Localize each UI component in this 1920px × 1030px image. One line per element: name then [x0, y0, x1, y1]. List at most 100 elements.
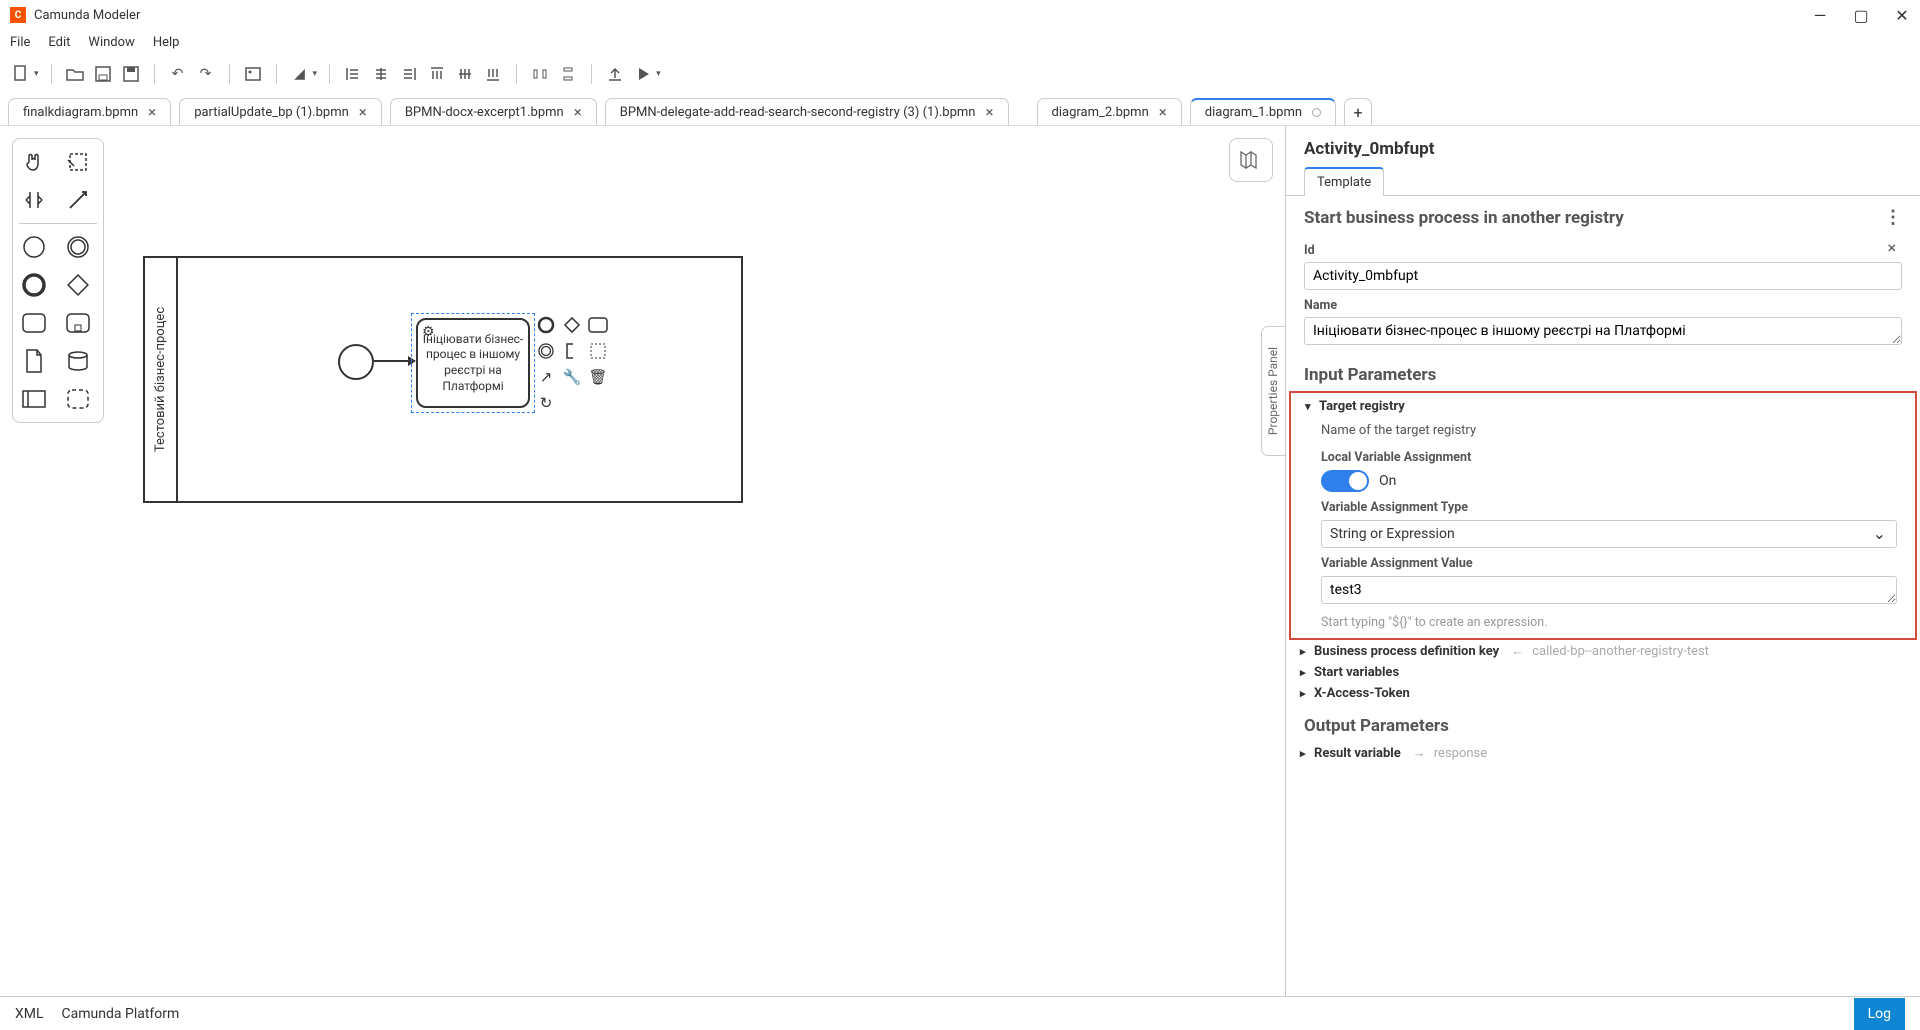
tab-bpmn-delegate[interactable]: BPMN-delegate-add-read-search-second-reg… [605, 98, 1009, 125]
gateway-icon[interactable] [63, 268, 93, 302]
ctx-gateway-icon[interactable] [562, 315, 582, 335]
collapser-target-registry[interactable]: ▾ Target registry [1291, 396, 1915, 417]
ctx-annotation-icon[interactable] [562, 341, 582, 361]
ctx-connect-icon[interactable]: ↗ [536, 367, 556, 387]
task-icon[interactable] [19, 306, 49, 340]
color-dropdown-icon[interactable]: ▾ [313, 69, 318, 79]
label-vav: Variable Assignment Value [1321, 556, 1897, 571]
properties-panel-toggle-label: Properties Panel [1267, 347, 1281, 435]
tab-finalkdiagram[interactable]: finalkdiagram.bpmn× [8, 98, 171, 125]
tab-close-icon[interactable]: × [359, 103, 367, 121]
deploy-icon[interactable] [604, 63, 626, 85]
align-top-icon[interactable] [426, 63, 448, 85]
section-template-header: Start business process in another regist… [1286, 196, 1920, 239]
tab-bpmn-docx[interactable]: BPMN-docx-excerpt1.bpmn× [390, 98, 597, 125]
collapser-start-vars[interactable]: ▸ Start variables [1286, 662, 1920, 683]
maximize-button[interactable]: ▢ [1853, 7, 1869, 23]
ctx-change-type-icon[interactable] [588, 341, 608, 361]
connect-tool-icon[interactable] [63, 183, 93, 217]
save-icon[interactable] [92, 63, 114, 85]
start-event-icon[interactable] [19, 230, 49, 264]
footer-platform-tab[interactable]: Camunda Platform [62, 1006, 180, 1022]
new-file-icon[interactable] [10, 63, 32, 85]
data-store-icon[interactable] [63, 344, 93, 378]
play-icon[interactable] [632, 63, 654, 85]
sequence-flow[interactable] [374, 360, 408, 362]
chevron-right-icon: ▸ [1300, 747, 1314, 760]
tab-diagram-1[interactable]: diagram_1.bpmn [1190, 98, 1336, 125]
distribute-h-icon[interactable] [529, 63, 551, 85]
toggle-lva-state: On [1379, 473, 1396, 489]
close-window-button[interactable]: ✕ [1894, 7, 1910, 23]
ctx-replace-icon[interactable]: ↻ [536, 393, 556, 413]
props-tabs: Template [1286, 167, 1920, 196]
collapser-bpdk[interactable]: ▸ Business process definition key ←calle… [1286, 640, 1920, 662]
save-as-icon[interactable] [120, 63, 142, 85]
hand-tool-icon[interactable] [19, 145, 49, 179]
start-event[interactable] [338, 344, 374, 380]
footer: XML Camunda Platform Log [0, 996, 1920, 1030]
input-id[interactable] [1304, 262, 1902, 290]
tab-close-icon[interactable]: × [985, 103, 993, 121]
distribute-v-icon[interactable] [557, 63, 579, 85]
tab-template[interactable]: Template [1304, 167, 1384, 196]
group-icon[interactable] [63, 382, 93, 416]
align-center-icon[interactable] [370, 63, 392, 85]
undo-icon[interactable]: ↶ [167, 63, 189, 85]
align-left-icon[interactable] [342, 63, 364, 85]
lasso-tool-icon[interactable] [63, 145, 93, 179]
end-event-icon[interactable] [19, 268, 49, 302]
clear-id-icon[interactable]: × [1887, 238, 1896, 257]
canvas[interactable]: Тестовий бізнес-процес Ініціювати бізнес… [0, 126, 1285, 1016]
menu-file[interactable]: File [10, 35, 30, 50]
select-vat[interactable]: String or Expression [1321, 520, 1897, 548]
subprocess-icon[interactable] [63, 306, 93, 340]
ctx-delete-icon[interactable]: 🗑 [588, 367, 608, 387]
tab-close-icon[interactable]: × [574, 103, 582, 121]
pool[interactable]: Тестовий бізнес-процес Ініціювати бізнес… [143, 256, 743, 503]
tab-partialupdate[interactable]: partialUpdate_bp (1).bpmn× [179, 98, 382, 125]
new-file-dropdown-icon[interactable]: ▾ [34, 69, 39, 79]
collapser-result-var[interactable]: ▸ Result variable →response [1286, 742, 1920, 764]
minimize-button[interactable]: — [1812, 7, 1828, 23]
pool-icon[interactable] [19, 382, 49, 416]
toggle-lva[interactable] [1321, 470, 1369, 492]
input-vav[interactable] [1321, 576, 1897, 604]
menu-help[interactable]: Help [153, 35, 180, 50]
ctx-wrench-icon[interactable]: 🔧 [562, 367, 582, 387]
menu-edit[interactable]: Edit [48, 35, 70, 50]
footer-xml-tab[interactable]: XML [15, 1006, 44, 1022]
menu-window[interactable]: Window [88, 35, 134, 50]
collapser-x-token[interactable]: ▸ X-Access-Token [1286, 683, 1920, 704]
space-tool-icon[interactable] [19, 183, 49, 217]
align-middle-icon[interactable] [454, 63, 476, 85]
redo-icon[interactable]: ↷ [195, 63, 217, 85]
service-task-gear-icon: ⚙ [422, 324, 435, 340]
tab-bar: finalkdiagram.bpmn× partialUpdate_bp (1)… [0, 93, 1920, 126]
align-bottom-icon[interactable] [482, 63, 504, 85]
tab-close-icon[interactable]: × [1159, 103, 1167, 121]
section-menu-icon[interactable]: ⋮ [1884, 207, 1902, 228]
log-button[interactable]: Log [1854, 998, 1905, 1030]
open-file-icon[interactable] [64, 63, 86, 85]
input-name[interactable] [1304, 317, 1902, 345]
tab-close-icon[interactable]: × [148, 103, 156, 121]
intermediate-event-icon[interactable] [63, 230, 93, 264]
image-icon[interactable] [242, 63, 264, 85]
label-vat: Variable Assignment Type [1321, 500, 1897, 515]
chevron-right-icon: ▸ [1300, 645, 1314, 658]
ctx-intermediate-event-icon[interactable] [536, 341, 556, 361]
align-right-icon[interactable] [398, 63, 420, 85]
data-object-icon[interactable] [19, 344, 49, 378]
lane-header[interactable]: Тестовий бізнес-процес [145, 258, 178, 501]
play-dropdown-icon[interactable]: ▾ [656, 69, 661, 79]
lane-title: Тестовий бізнес-процес [153, 307, 168, 452]
ctx-end-event-icon[interactable] [536, 315, 556, 335]
tab-diagram-2[interactable]: diagram_2.bpmn× [1037, 98, 1182, 125]
color-icon[interactable]: ◢ [289, 63, 311, 85]
tab-add-button[interactable]: + [1344, 98, 1372, 125]
properties-panel-toggle[interactable]: Properties Panel [1261, 326, 1285, 456]
ctx-task-icon[interactable] [588, 315, 608, 335]
minimap-toggle[interactable] [1229, 138, 1273, 182]
menu-bar: File Edit Window Help [0, 30, 1920, 55]
